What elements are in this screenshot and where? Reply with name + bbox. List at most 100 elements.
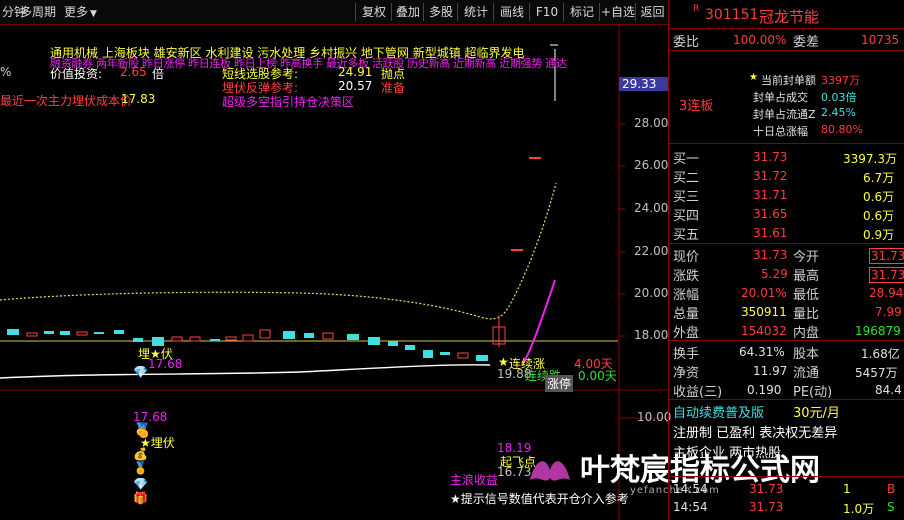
tick-time-1: 14:54 [673, 482, 708, 496]
bid-label-3: 买三 [673, 190, 700, 205]
more-menu[interactable]: 更多 ▼ [64, 0, 97, 24]
kline-chart[interactable]: 🏅 29.33 28.00 26.00 24.00 22.00 20.00 18… [0, 25, 820, 520]
bid-vol-5: 0.9万 [863, 228, 895, 242]
r-mark: R [693, 4, 700, 14]
quote-panel: R 301151 冠龙节能 委比 100.00% 委差 10735 3连板 ★ … [668, 0, 904, 520]
tick-price-1: 31.73 [749, 482, 784, 496]
more-menu-label: 更多 [64, 5, 89, 19]
seal-label-1: 封单占成交 [753, 91, 808, 104]
overlay-button[interactable]: 叠加 [391, 3, 424, 21]
quote-inner: 196879 [855, 324, 901, 338]
stat-label-pe: PE(动) [793, 385, 833, 400]
seal-value-1: 0.03倍 [821, 91, 857, 104]
ambush-cost-label: 最近一次主力埋伏成本价 [0, 94, 133, 108]
tick-flag-2: S [887, 500, 895, 514]
tick-vol-1: 1 [843, 482, 851, 496]
multi-stock-button[interactable]: 多股 [423, 3, 458, 21]
bid-price-2: 31.72 [753, 169, 788, 183]
rebound-tag: 准备 [381, 81, 406, 95]
trend-line [521, 279, 556, 366]
stat-turnover: 64.31% [739, 345, 785, 359]
value-invest-num: 2.65 [120, 65, 147, 79]
gift-icon: 🎁 [133, 491, 148, 505]
limit-badge: 3连板 [679, 99, 714, 114]
super-guide-label: 超级多空指引持仓决策区 [222, 95, 355, 109]
stat-shares: 1.68亿 [861, 347, 900, 361]
weibi-label: 委比 [673, 35, 700, 50]
quote-label-vol-ratio: 量比 [793, 307, 820, 322]
chart-toolbar: 分钟 多周期 更多 ▼ 复权 叠加 多股 统计 画线 F10 标记 +自选 返回 [0, 0, 668, 25]
fuquan-button[interactable]: 复权 [355, 3, 392, 21]
tick-flag-1: B [887, 482, 896, 496]
stat-label-shares: 股本 [793, 347, 820, 362]
limit-up-badge: 涨停 [545, 375, 574, 392]
bid-label-5: 买五 [673, 228, 700, 243]
price-label-18: 18.00 [634, 328, 669, 342]
quote-open: 31.73 [869, 248, 904, 264]
stat-netasset: 11.97 [753, 364, 788, 378]
value-invest-label: 价值投资: [50, 67, 103, 81]
f10-button[interactable]: F10 [529, 3, 564, 21]
stat-label-netasset: 净资 [673, 366, 700, 381]
promo-line1b: 30元/月 [793, 406, 840, 421]
bid-vol-2: 6.7万 [863, 171, 895, 185]
quote-label-low: 最低 [793, 288, 820, 303]
quote-label-volume: 总量 [673, 307, 700, 322]
statistics-button[interactable]: 统计 [457, 3, 494, 21]
lower-axis-label: 10.00 [637, 410, 672, 424]
quote-outer: 154032 [741, 324, 787, 338]
quote-label-price: 现价 [673, 250, 700, 265]
quote-label-outer: 外盘 [673, 326, 700, 341]
quote-vol-ratio: 7.99 [875, 305, 902, 319]
stat-label-float: 流通 [793, 366, 820, 381]
add-watchlist-button[interactable]: +自选 [599, 3, 636, 21]
seal-label-2: 封单占流通Z [753, 108, 816, 121]
bid-vol-4: 0.6万 [863, 209, 895, 223]
diamond-icon: 💎 [133, 365, 148, 379]
signal-tip: ★提示信号数值代表开仓介入参考 [450, 492, 629, 506]
stat-eps: 0.190 [747, 383, 782, 397]
tick-time-2: 14:54 [673, 500, 708, 514]
pct-mark: % [0, 65, 12, 79]
seal-star-icon: ★ [749, 72, 758, 83]
bid-price-4: 31.65 [753, 207, 788, 221]
trophy-icon-2: 🏅 [133, 461, 148, 475]
seal-value-2: 2.45% [821, 106, 856, 119]
stat-label-eps: 收益(三) [673, 385, 723, 400]
chevron-down-icon: ▼ [90, 9, 97, 19]
watermark-logo-icon [525, 450, 575, 490]
cont-fall-days: 0.00天 [578, 369, 617, 383]
ma-line [0, 182, 557, 320]
multi-period-tab[interactable]: 多周期 [20, 0, 56, 24]
price-label-22: 22.00 [634, 244, 669, 258]
quote-label-high: 最高 [793, 269, 820, 284]
seal-value-0: 3397万 [821, 74, 860, 87]
bid-price-3: 31.71 [753, 188, 788, 202]
stat-pe: 84.4 [875, 383, 902, 397]
mark-button[interactable]: 标记 [563, 3, 600, 21]
tick-price-2: 31.73 [749, 500, 784, 514]
back-button[interactable]: 返回 [635, 3, 669, 21]
quote-high: 31.73 [869, 267, 904, 283]
promo-line3: 主板企业 两市热股 [673, 446, 782, 461]
price-ticks [619, 123, 625, 337]
seal-value-3: 80.80% [821, 123, 863, 136]
seal-label-0: 当前封单额 [761, 74, 816, 87]
ambush-cost-num: 17.83 [121, 92, 156, 106]
tick-vol-2: 1.0万 [843, 502, 875, 516]
quote-pct: 20.01% [741, 286, 787, 300]
weicha-label: 委差 [793, 35, 820, 50]
bid-vol-3: 0.6万 [863, 190, 895, 204]
stock-code: 301151 [705, 7, 759, 23]
quote-label-open: 今开 [793, 250, 820, 265]
stat-float: 5457万 [855, 366, 898, 380]
stock-name[interactable]: 冠龙节能 [759, 6, 819, 27]
quote-change: 5.29 [761, 267, 788, 281]
value-invest-unit: 倍 [152, 67, 165, 81]
seal-label-3: 十日总涨幅 [753, 125, 808, 138]
quote-label-inner: 内盘 [793, 326, 820, 341]
draw-line-button[interactable]: 画线 [493, 3, 530, 21]
bid-label-1: 买一 [673, 152, 700, 167]
bid-vol-1: 3397.3万 [843, 152, 897, 166]
price-label-20: 20.00 [634, 286, 669, 300]
